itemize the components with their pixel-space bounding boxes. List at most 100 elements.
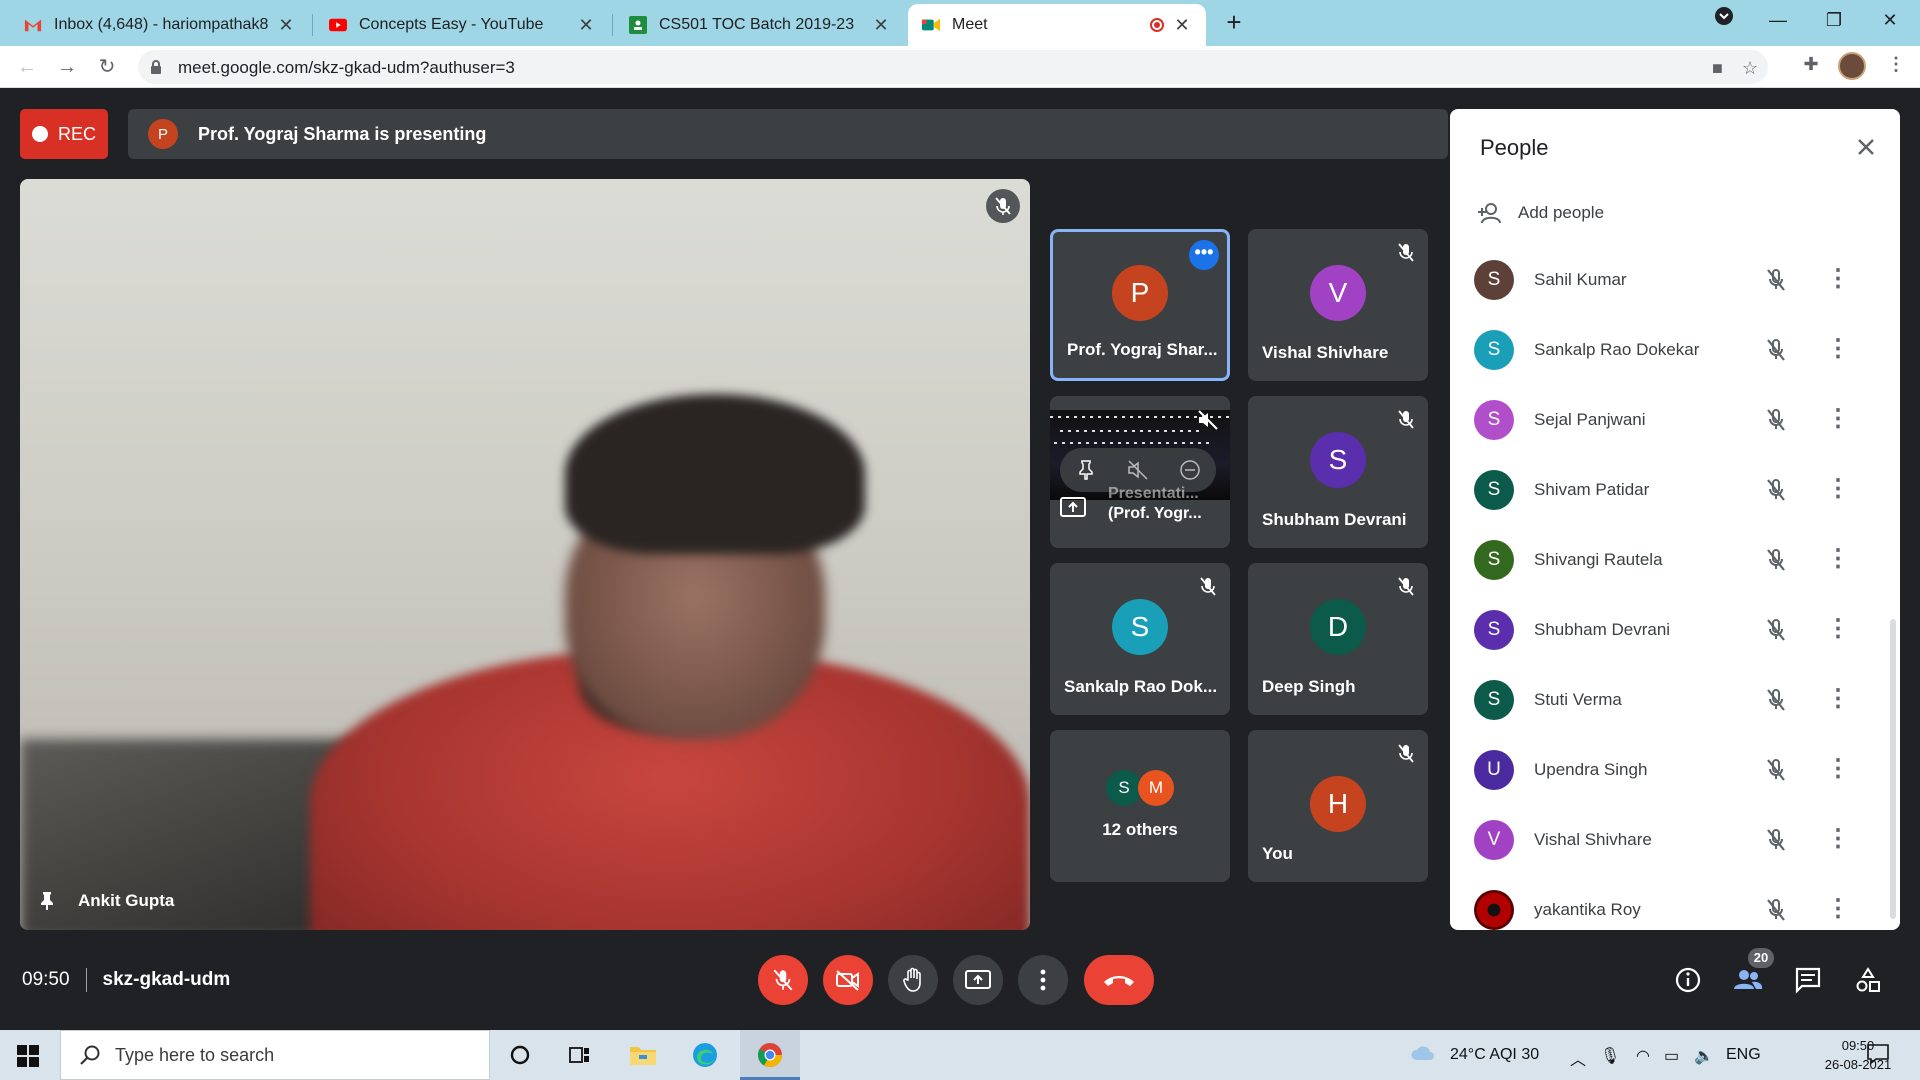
participant-row[interactable]: S Shubham Devrani ⋮ [1450, 595, 1890, 665]
scrollbar[interactable] [1890, 619, 1896, 919]
remove-icon[interactable] [1178, 458, 1202, 482]
tab-gmail[interactable]: Inbox (4,648) - hariompathak852 ✕ [10, 4, 310, 46]
tab-youtube[interactable]: Concepts Easy - YouTube ✕ [315, 4, 610, 46]
close-icon[interactable] [1852, 133, 1880, 161]
mic-off-icon[interactable] [1762, 546, 1790, 574]
star-icon[interactable]: ☆ [1742, 58, 1758, 79]
task-view-icon[interactable] [565, 1040, 595, 1070]
tab-meet[interactable]: Meet ✕ [908, 4, 1206, 46]
participant-tile[interactable]: S Sankalp Rao Dok... [1050, 563, 1230, 715]
weather-text[interactable]: 24°C AQI 30 [1450, 1046, 1539, 1064]
mic-off-icon[interactable] [1762, 756, 1790, 784]
menu-kebab-icon[interactable]: ⋮ [1826, 546, 1850, 574]
windows-start-icon[interactable] [16, 1044, 40, 1068]
tab-search-button[interactable] [1696, 0, 1752, 40]
menu-kebab-icon[interactable]: ⋮ [1826, 616, 1850, 644]
participant-row[interactable]: S Shivangi Rautela ⋮ [1450, 525, 1890, 595]
new-tab-button[interactable]: + [1220, 6, 1248, 38]
mic-off-icon [1398, 577, 1414, 596]
tab-classroom[interactable]: CS501 TOC Batch 2019-23 ✕ [615, 4, 905, 46]
mic-off-icon[interactable] [1762, 476, 1790, 504]
mic-off-icon[interactable] [1762, 336, 1790, 364]
meeting-details-button[interactable] [1670, 962, 1706, 998]
participant-tile[interactable]: D Deep Singh [1248, 563, 1428, 715]
volume-icon[interactable]: 🔈 [1694, 1046, 1714, 1066]
minimize-button[interactable]: — [1750, 0, 1806, 40]
menu-kebab-icon[interactable]: ⋮ [1826, 266, 1850, 294]
camera-icon[interactable]: ■ [1712, 58, 1723, 79]
main-video-feed[interactable]: Ankit Gupta [20, 179, 1030, 930]
taskbar-search-box[interactable]: Type here to search [60, 1030, 490, 1080]
menu-kebab-icon[interactable]: ⋮ [1882, 54, 1910, 82]
menu-kebab-icon[interactable]: ⋮ [1826, 896, 1850, 924]
forward-button[interactable]: → [52, 52, 82, 82]
weather-icon[interactable] [1410, 1044, 1436, 1069]
chrome-icon[interactable] [755, 1040, 785, 1070]
mic-off-icon[interactable] [1762, 686, 1790, 714]
menu-kebab-icon[interactable]: ⋮ [1826, 406, 1850, 434]
mic-off-icon[interactable] [1762, 896, 1790, 924]
slide-text-line [1054, 442, 1214, 444]
mic-off-icon[interactable] [1762, 616, 1790, 644]
profile-avatar[interactable] [1838, 52, 1866, 80]
menu-kebab-icon[interactable]: ⋮ [1826, 826, 1850, 854]
presentation-tile[interactable]: Presentati... (Prof. Yogr... [1050, 396, 1230, 548]
extensions-icon[interactable]: ✚ [1797, 54, 1825, 82]
record-dot-icon [31, 126, 48, 142]
mic-toggle-button[interactable] [758, 955, 808, 1005]
edge-icon[interactable] [690, 1040, 720, 1070]
self-tile[interactable]: H You [1248, 730, 1428, 882]
close-icon[interactable]: ✕ [276, 15, 296, 36]
menu-kebab-icon[interactable]: ⋮ [1826, 336, 1850, 364]
more-options-button[interactable]: ••• [1189, 240, 1219, 270]
menu-kebab-icon[interactable]: ⋮ [1826, 686, 1850, 714]
file-explorer-icon[interactable] [628, 1040, 658, 1070]
mic-off-icon[interactable] [1762, 406, 1790, 434]
microphone-icon[interactable]: 🎙 [1600, 1046, 1620, 1066]
participant-row[interactable]: U Upendra Singh ⋮ [1450, 735, 1890, 805]
wifi-icon[interactable]: ◠ [1636, 1046, 1650, 1066]
participant-row[interactable]: S Shivam Patidar ⋮ [1450, 455, 1890, 525]
language-indicator[interactable]: ENG [1726, 1046, 1761, 1064]
participant-row[interactable]: V Vishal Shivhare ⋮ [1450, 805, 1890, 875]
others-tile[interactable]: S M 12 others [1050, 730, 1230, 882]
present-now-button[interactable] [953, 955, 1003, 1005]
window-close-button[interactable]: ✕ [1862, 0, 1918, 40]
participant-row[interactable]: S Sankalp Rao Dokekar ⋮ [1450, 315, 1890, 385]
cortana-icon[interactable] [505, 1040, 535, 1070]
participant-tile[interactable]: S Shubham Devrani [1248, 396, 1428, 548]
close-icon[interactable]: ✕ [576, 15, 596, 36]
raise-hand-button[interactable] [888, 955, 938, 1005]
leave-call-button[interactable] [1084, 955, 1154, 1005]
chevron-up-icon[interactable]: ︿ [1570, 1046, 1586, 1070]
reload-button[interactable]: ↻ [92, 52, 122, 82]
chat-button[interactable] [1790, 962, 1826, 998]
maximize-button[interactable]: ❐ [1806, 0, 1862, 40]
mic-off-icon[interactable] [1762, 826, 1790, 854]
pin-icon[interactable] [1074, 458, 1098, 482]
pin-icon[interactable] [36, 890, 58, 912]
activities-button[interactable] [1850, 962, 1886, 998]
mute-audio-icon[interactable] [1126, 458, 1150, 482]
participant-name: Vishal Shivhare [1534, 830, 1652, 849]
camera-toggle-button[interactable] [823, 955, 873, 1005]
participant-row[interactable]: S Sahil Kumar ⋮ [1450, 245, 1890, 315]
tab-title: Inbox (4,648) - hariompathak852 [54, 16, 268, 33]
menu-kebab-icon[interactable]: ⋮ [1826, 476, 1850, 504]
participant-row[interactable]: S Stuti Verma ⋮ [1450, 665, 1890, 735]
close-icon[interactable]: ✕ [1172, 15, 1192, 36]
close-icon[interactable]: ✕ [871, 15, 891, 36]
more-options-button[interactable] [1018, 955, 1068, 1005]
participant-tile[interactable]: P ••• Prof. Yograj Shar... [1050, 229, 1230, 381]
chat-icon [1795, 967, 1821, 994]
battery-icon[interactable]: ▭ [1664, 1046, 1679, 1066]
menu-kebab-icon[interactable]: ⋮ [1826, 756, 1850, 784]
participant-row[interactable]: yakantika Roy ⋮ [1450, 875, 1890, 930]
add-people-button[interactable]: Add people [1476, 201, 1604, 225]
omnibox[interactable]: meet.google.com/skz-gkad-udm?authuser=3 … [138, 50, 1768, 84]
notifications-icon[interactable] [1866, 1042, 1890, 1071]
participant-tile[interactable]: V Vishal Shivhare [1248, 229, 1428, 381]
back-button[interactable]: ← [12, 52, 42, 82]
participant-row[interactable]: S Sejal Panjwani ⋮ [1450, 385, 1890, 455]
mic-off-icon[interactable] [1762, 266, 1790, 294]
